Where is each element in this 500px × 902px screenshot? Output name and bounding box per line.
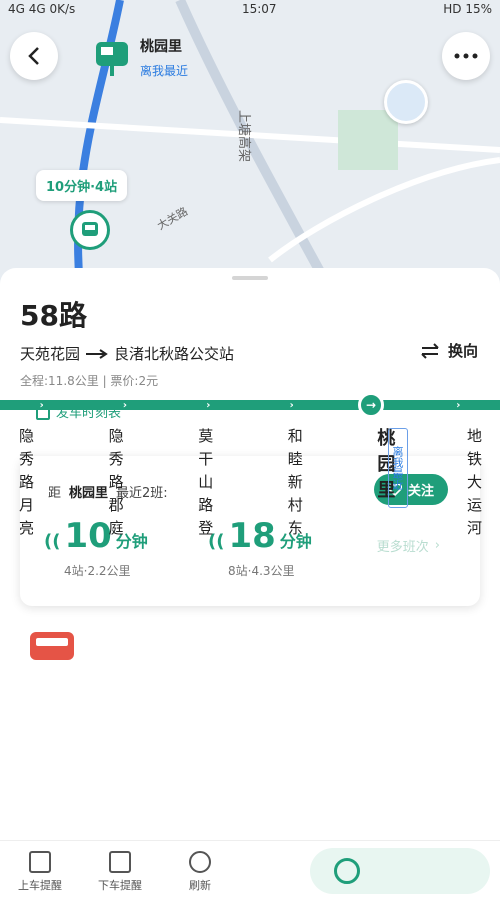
map-bus-tag: 10分钟·4站 <box>36 170 128 201</box>
map-roads: 上塘高架 大关路 <box>0 0 500 290</box>
map-road-label-2: 大关路 <box>155 204 191 233</box>
stop-item[interactable]: 地铁大运河 <box>454 428 494 568</box>
current-stop-arrow-icon: → <box>358 392 384 418</box>
back-icon <box>28 47 39 65</box>
route-to: 良渚北秋路公交站 <box>114 345 235 363</box>
more-button[interactable] <box>442 32 490 80</box>
bus-position-icon <box>30 632 74 660</box>
track-chevron-icon: › <box>39 399 44 411</box>
alarm-clock-icon <box>334 858 360 884</box>
switch-direction-label: 换向 <box>447 342 478 360</box>
stop-item[interactable]: 和睦新村东 <box>275 428 315 568</box>
get-off-icon <box>109 850 131 873</box>
get-off-reminder-button[interactable]: 下车提醒 <box>80 850 160 893</box>
status-bar: 4G 4G 0K/s 15:07 HD 15% <box>0 0 500 18</box>
status-time: 15:07 <box>241 2 277 16</box>
bus-icon <box>82 222 98 236</box>
alarm-button[interactable] <box>310 848 490 894</box>
map-stop-card[interactable]: 桃园里 离我最近 <box>92 36 188 79</box>
route-direction: 天苑花园 良渚北秋路公交站 <box>20 343 234 364</box>
back-button[interactable] <box>10 32 58 80</box>
refresh-label: 刷新 <box>189 878 211 892</box>
track-chevron-icon: › <box>456 399 461 411</box>
map-stop-name: 桃园里 <box>140 39 182 55</box>
user-location-avatar <box>384 80 428 124</box>
route-meta: 全程:11.8公里 | 票价:2元 <box>20 374 159 388</box>
get-off-label: 下车提醒 <box>98 878 142 892</box>
bus-stop-sign-icon <box>96 41 128 76</box>
more-icon <box>454 53 478 59</box>
map-view[interactable]: 上塘高架 大关路 4G 4G 0K/s 15:07 HD 15% 桃园里 离我最… <box>0 0 500 290</box>
route-from: 天苑花园 <box>20 345 81 363</box>
route-sheet: 58路 天苑花园 良渚北秋路公交站 换向 全程:11.8公里 | 票价:2元 发… <box>0 268 500 902</box>
track-chevron-icon: › <box>289 399 294 411</box>
stop-item[interactable]: 隐秀路郡庭 <box>96 428 136 568</box>
refresh-icon <box>189 850 211 873</box>
track-chevron-icon: › <box>206 399 211 411</box>
get-on-icon <box>29 850 51 873</box>
bus-stop-marker[interactable] <box>70 210 110 250</box>
get-on-label: 上车提醒 <box>18 878 62 892</box>
route-track: › › › › › › <box>0 399 500 411</box>
map-stop-sub: 离我最近 <box>140 64 189 78</box>
swap-icon <box>421 342 439 359</box>
status-signal: 4G 4G 0K/s <box>8 2 76 16</box>
refresh-button[interactable]: 刷新 <box>160 850 240 893</box>
switch-direction-button[interactable]: 换向 <box>420 340 478 361</box>
route-title: 58路 <box>20 299 87 332</box>
arrow-right-icon <box>86 348 108 359</box>
sheet-handle[interactable] <box>232 276 268 280</box>
stop-item[interactable]: 隐秀路月亮 <box>6 428 46 568</box>
stop-item[interactable]: 莫干山路登 <box>185 428 225 568</box>
status-right: HD 15% <box>443 2 492 16</box>
stop-list: 隐秀路月亮 隐秀路郡庭 莫干山路登 和睦新村东 桃园里 地铁大运河 <box>0 428 500 568</box>
track-chevron-icon: › <box>122 399 128 411</box>
get-on-reminder-button[interactable]: 上车提醒 <box>0 850 80 893</box>
nearest-stop-tag: 离我最近 <box>388 428 408 508</box>
map-road-label-1: 上塘高架 <box>236 110 252 162</box>
